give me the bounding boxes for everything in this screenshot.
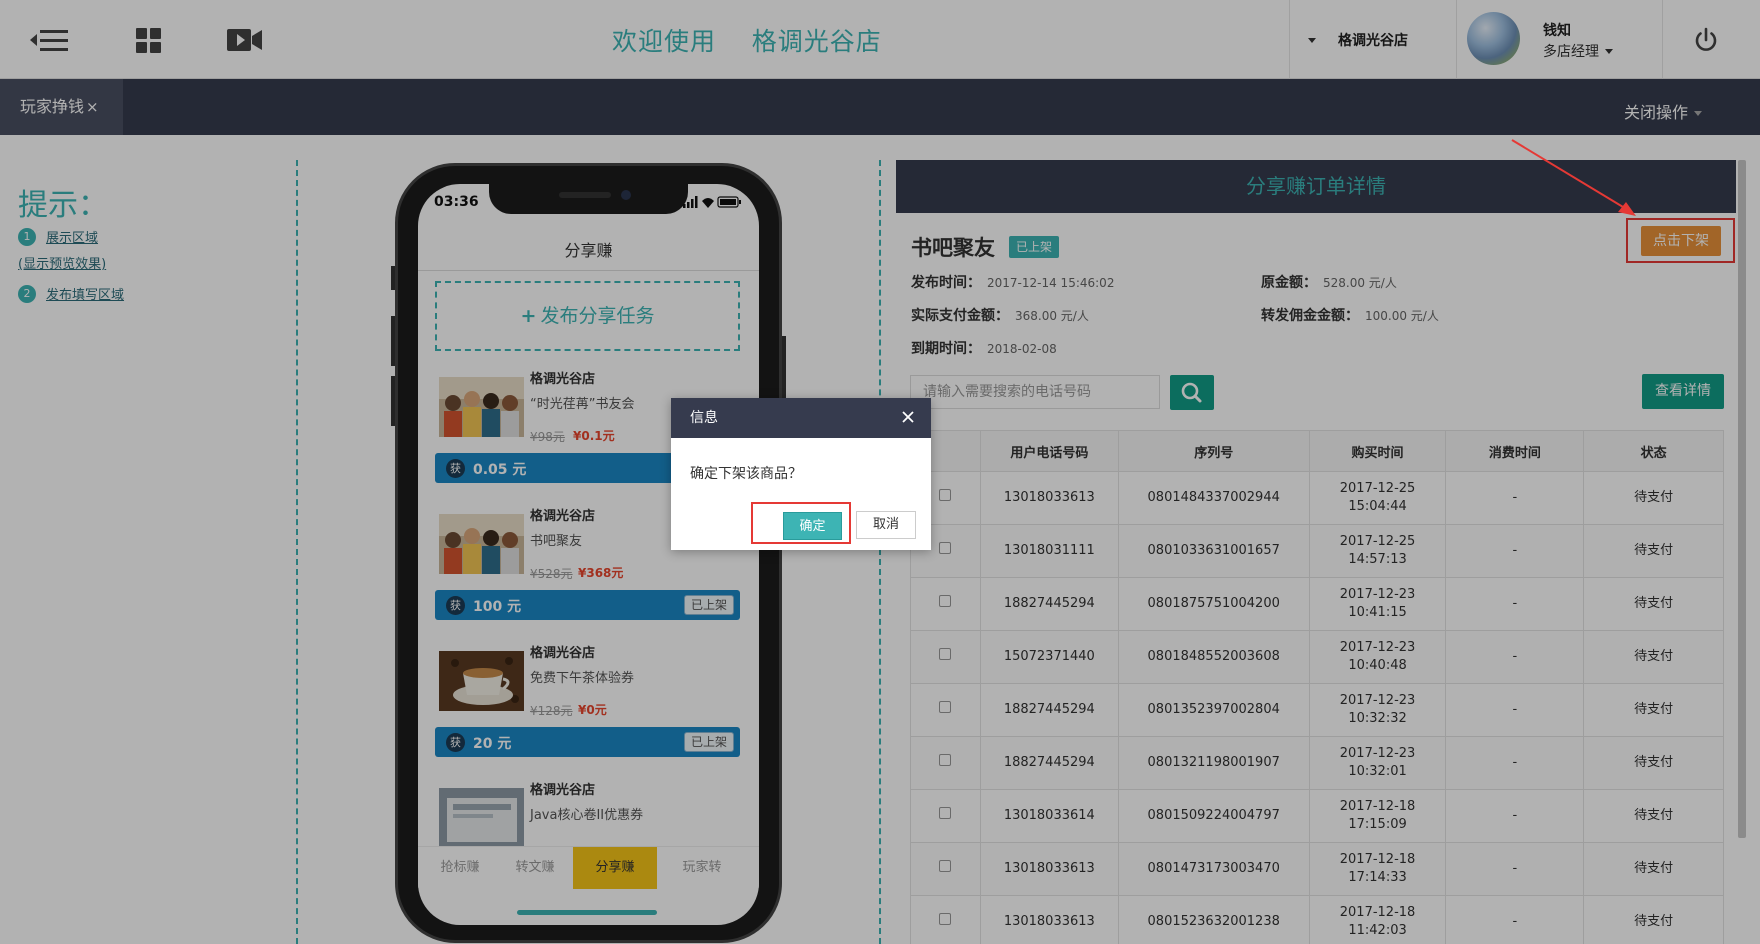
cancel-button[interactable]: 取消 bbox=[856, 511, 916, 539]
close-icon[interactable] bbox=[901, 410, 915, 424]
confirm-dialog: 信息 确定下架该商品？ 确定 取消 bbox=[671, 398, 931, 550]
dialog-title: 信息 bbox=[671, 398, 931, 438]
confirm-button[interactable]: 确定 bbox=[783, 512, 842, 540]
highlight-frame: 确定 bbox=[751, 502, 851, 544]
dialog-message: 确定下架该商品？ bbox=[690, 466, 802, 482]
annotation-arrow-icon bbox=[1511, 139, 1636, 216]
